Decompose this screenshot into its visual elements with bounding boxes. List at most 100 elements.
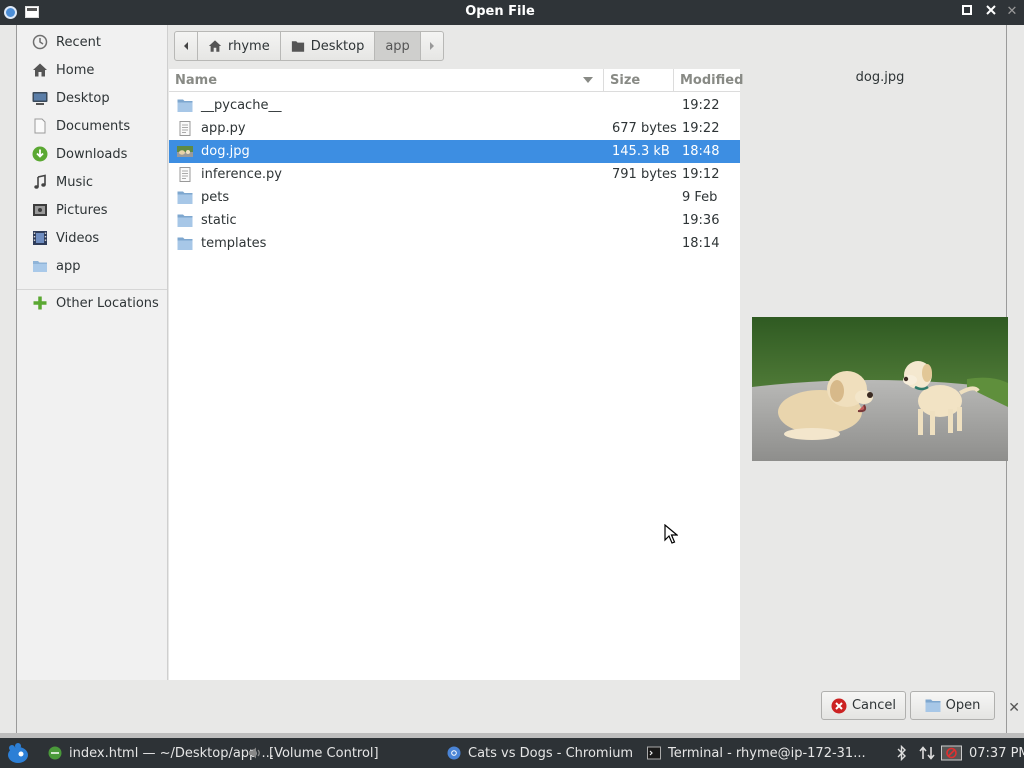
preview-filename: dog.jpg <box>855 70 905 85</box>
window-title: Open File <box>465 4 535 19</box>
file-row[interactable]: inference.py 791 bytes 19:12 <box>169 163 740 186</box>
file-name: inference.py <box>201 167 282 182</box>
sort-down-icon <box>583 77 593 83</box>
chromium-icon <box>447 746 461 760</box>
sidebar-item-recent[interactable]: Recent <box>17 29 167 55</box>
column-header-modified[interactable]: Modified <box>680 69 744 92</box>
column-separator <box>673 69 674 92</box>
file-modified: 19:36 <box>682 213 720 228</box>
folder-icon <box>177 190 193 205</box>
taskbar-item-terminal[interactable]: Terminal - rhyme@ip-172-31... <box>647 738 866 768</box>
path-button-label: Desktop <box>310 38 365 54</box>
bluetooth-icon <box>897 745 906 761</box>
blocked-icon <box>941 745 962 761</box>
clock[interactable]: 07:37 PM <box>969 738 1024 768</box>
file-row[interactable]: app.py 677 bytes 19:22 <box>169 117 740 140</box>
mouse-cursor-icon <box>664 523 679 548</box>
taskbar-item-label: Terminal - rhyme@ip-172-31... <box>668 745 866 761</box>
sidebar-item-label: app <box>56 258 81 274</box>
places-sidebar: Recent Home Desktop Documents Downloads <box>17 25 168 680</box>
column-header-size[interactable]: Size <box>610 69 670 92</box>
sidebar-item-downloads[interactable]: Downloads <box>17 141 167 167</box>
background-close-button[interactable]: ✕ <box>1003 3 1021 21</box>
taskbar: index.html — ~/Desktop/app ... [Volume C… <box>0 738 1024 768</box>
home-icon <box>208 40 222 52</box>
terminal-icon <box>647 746 661 760</box>
path-forward-button[interactable] <box>419 31 444 61</box>
sidebar-item-label: Videos <box>56 230 100 246</box>
sidebar-item-home[interactable]: Home <box>17 57 167 83</box>
file-modified: 19:12 <box>682 167 720 182</box>
file-row[interactable]: templates 18:14 <box>169 232 740 255</box>
file-modified: 19:22 <box>682 98 720 113</box>
folder-icon <box>32 258 48 274</box>
path-button-label: app <box>385 38 410 54</box>
cancel-icon <box>831 698 847 713</box>
film-icon <box>32 230 48 246</box>
taskbar-item-label: index.html — ~/Desktop/app ... <box>69 745 274 761</box>
speaker-icon <box>248 746 262 760</box>
file-size: 791 bytes <box>612 167 677 182</box>
desktop-icon <box>32 90 48 106</box>
power-tray-icon[interactable] <box>941 738 963 768</box>
taskbar-item-volume-control[interactable]: [Volume Control] <box>248 738 379 768</box>
cancel-button-label: Cancel <box>851 698 897 713</box>
file-row[interactable]: __pycache__ 19:22 <box>169 94 740 117</box>
sidebar-item-label: Documents <box>56 118 131 134</box>
text-file-icon <box>177 167 193 182</box>
taskbar-item-chromium[interactable]: Cats vs Dogs - Chromium <box>447 738 633 768</box>
file-list: Name Size Modified __pycache__ 19:22 app… <box>169 69 744 680</box>
close-icon[interactable]: ✕ <box>1008 700 1020 716</box>
sidebar-item-label: Pictures <box>56 202 108 218</box>
taskbar-item-label: Cats vs Dogs - Chromium <box>468 745 634 761</box>
column-header-name[interactable]: Name <box>175 69 595 92</box>
titlebar: Open File ✕ <box>0 0 1024 25</box>
file-row[interactable]: static 19:36 <box>169 209 740 232</box>
folder-open-icon <box>925 699 941 712</box>
cancel-button[interactable]: Cancel <box>821 691 906 720</box>
sidebar-item-label: Desktop <box>56 90 110 106</box>
clock-icon <box>32 34 48 50</box>
start-menu-button[interactable] <box>6 738 30 768</box>
sidebar-item-desktop[interactable]: Desktop <box>17 85 167 111</box>
background-window-edge-right: ✕ <box>1007 0 1024 738</box>
taskbar-item-editor[interactable]: index.html — ~/Desktop/app ... <box>48 738 274 768</box>
close-icon <box>986 5 996 15</box>
open-button-label: Open <box>945 698 981 713</box>
column-header-label: Modified <box>680 73 744 88</box>
file-row[interactable]: pets 9 Feb <box>169 186 740 209</box>
file-list-header: Name Size Modified <box>169 69 744 92</box>
close-button[interactable] <box>982 3 1000 21</box>
image-thumbnail-icon <box>177 144 193 159</box>
sidebar-item-pictures[interactable]: Pictures <box>17 197 167 223</box>
sidebar-item-music[interactable]: Music <box>17 169 167 195</box>
file-modified: 18:48 <box>682 144 720 159</box>
sidebar-item-label: Downloads <box>56 146 128 162</box>
folder-icon <box>291 40 304 52</box>
sidebar-item-app[interactable]: app <box>17 253 167 279</box>
download-icon <box>32 146 48 162</box>
folder-icon <box>177 236 193 251</box>
bluetooth-tray-icon[interactable] <box>897 738 907 768</box>
sidebar-item-videos[interactable]: Videos <box>17 225 167 251</box>
file-row-selected[interactable]: dog.jpg 145.3 kB 18:48 <box>169 140 740 163</box>
xfce-mouse-icon <box>8 743 28 763</box>
path-button-desktop[interactable]: Desktop <box>279 31 376 61</box>
chevron-right-icon <box>429 42 434 50</box>
maximize-button[interactable] <box>958 3 976 21</box>
sidebar-item-documents[interactable]: Documents <box>17 113 167 139</box>
editor-icon <box>48 746 62 760</box>
file-name: templates <box>201 236 267 251</box>
plus-icon <box>32 295 48 311</box>
path-back-button[interactable] <box>174 31 198 61</box>
maximize-icon <box>962 5 972 15</box>
file-size: 677 bytes <box>612 121 677 136</box>
path-bar: rhyme Desktop app <box>174 31 444 61</box>
folder-icon <box>177 213 193 228</box>
path-button-home[interactable]: rhyme <box>197 31 281 61</box>
path-button-current[interactable]: app <box>374 31 421 61</box>
file-modified: 19:22 <box>682 121 720 136</box>
network-tray-icon[interactable] <box>918 738 936 768</box>
open-button[interactable]: Open <box>910 691 995 720</box>
sidebar-item-other-locations[interactable]: Other Locations <box>17 290 167 316</box>
